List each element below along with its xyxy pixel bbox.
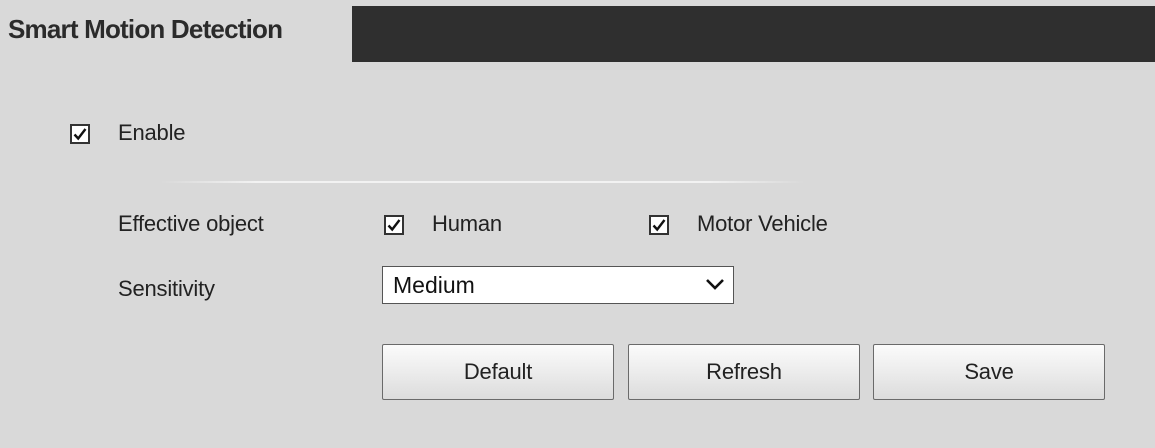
refresh-button[interactable]: Refresh	[628, 344, 860, 400]
enable-label: Enable	[118, 120, 186, 145]
page-title: Smart Motion Detection	[8, 14, 283, 44]
checkmark-icon	[73, 128, 87, 141]
divider	[160, 181, 805, 183]
chevron-down-icon	[706, 279, 724, 290]
sensitivity-select[interactable]: Medium	[382, 266, 734, 304]
checkmark-icon	[652, 219, 666, 232]
save-button[interactable]: Save	[873, 344, 1105, 400]
motor-vehicle-checkbox[interactable]	[649, 215, 669, 235]
motor-vehicle-label: Motor Vehicle	[697, 211, 828, 236]
human-label: Human	[432, 211, 502, 236]
effective-object-label: Effective object	[118, 211, 264, 236]
default-button[interactable]: Default	[382, 344, 614, 400]
checkmark-icon	[387, 219, 401, 232]
enable-checkbox[interactable]	[70, 124, 90, 144]
sensitivity-label: Sensitivity	[118, 276, 215, 301]
title-bar: Smart Motion Detection	[0, 0, 1155, 62]
sensitivity-value: Medium	[393, 272, 475, 298]
title-bar-dark-strip	[352, 6, 1155, 62]
human-checkbox[interactable]	[384, 215, 404, 235]
